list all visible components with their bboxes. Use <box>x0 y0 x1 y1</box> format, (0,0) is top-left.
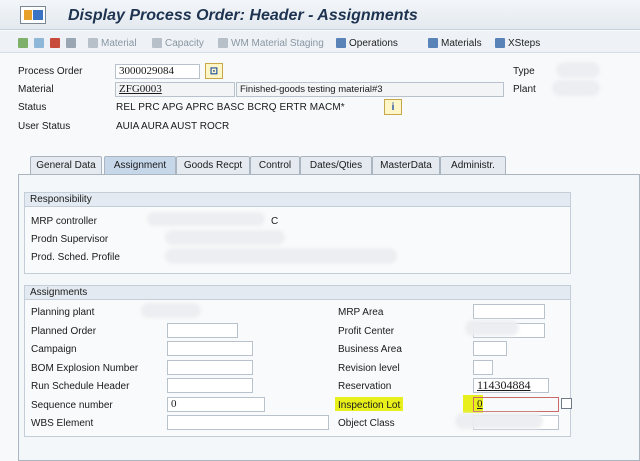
reservation-field[interactable]: 114304884 <box>473 378 549 393</box>
responsibility-group-title: Responsibility <box>25 193 570 207</box>
toolbar-material-button[interactable]: Material <box>88 36 137 50</box>
redacted-prod-sched-profile <box>165 248 397 264</box>
tab-control[interactable]: Control <box>250 156 300 174</box>
status-value: REL PRC APG APRC BASC BCRQ ERTR MACM* <box>116 102 345 113</box>
object-link-icon[interactable]: ⊡ <box>205 63 223 79</box>
redacted-planning-plant <box>141 303 201 318</box>
inspection-lot-label: Inspection Lot <box>338 400 401 411</box>
campaign-label: Campaign <box>31 344 77 355</box>
tab-goods-recpt[interactable]: Goods Recpt <box>176 156 250 174</box>
business-area-label: Business Area <box>338 344 402 355</box>
toolbar-xsteps-button[interactable]: XSteps <box>495 36 540 50</box>
planning-plant-label: Planning plant <box>31 307 95 318</box>
sequence-number-label: Sequence number <box>31 400 113 411</box>
status-label: Status <box>18 102 47 113</box>
assignments-group: Assignments Planning plant Planned Order… <box>24 285 572 437</box>
bom-explosion-field[interactable] <box>167 360 253 375</box>
sequence-number-field[interactable]: 0 <box>167 397 265 412</box>
process-order-field[interactable]: 3000029084 <box>115 64 200 79</box>
toolbar-forward-icon[interactable] <box>34 36 47 50</box>
revision-level-field[interactable] <box>473 360 493 375</box>
redacted-plant <box>552 80 600 96</box>
mrp-area-label: MRP Area <box>338 307 384 318</box>
responsibility-group: Responsibility MRP controller C Prodn Su… <box>24 192 571 274</box>
redacted-mrp-controller <box>147 212 265 226</box>
title-bar: Display Process Order: Header - Assignme… <box>0 0 640 30</box>
application-toolbar: Material Capacity WM Material Staging Op… <box>0 31 640 53</box>
bom-explosion-label: BOM Explosion Number <box>31 363 139 374</box>
user-status-value: AUIA AURA AUST ROCR <box>116 121 230 132</box>
material-label: Material <box>18 84 54 95</box>
app-menu-icon[interactable] <box>20 6 46 24</box>
toolbar-print-icon[interactable] <box>66 36 79 50</box>
type-label: Type <box>513 66 535 77</box>
material-field[interactable]: ZFG0003 <box>115 82 235 97</box>
wm-staging-icon <box>218 38 228 48</box>
inspection-lot-search-help-icon[interactable] <box>561 398 572 409</box>
redacted-prodn-supervisor <box>165 230 285 245</box>
plant-label: Plant <box>513 84 536 95</box>
campaign-field[interactable] <box>167 341 253 356</box>
tab-masterdata[interactable]: MasterData <box>372 156 440 174</box>
mrp-area-field[interactable] <box>473 304 545 319</box>
run-schedule-header-label: Run Schedule Header <box>31 381 130 392</box>
toolbar-save-icon[interactable] <box>50 36 63 50</box>
toolbar-operations-button[interactable]: Operations <box>336 36 398 50</box>
assignments-group-title: Assignments <box>25 286 570 300</box>
inspection-lot-field[interactable]: 0 <box>473 397 559 412</box>
tab-administr[interactable]: Administr. <box>440 156 506 174</box>
revision-level-label: Revision level <box>338 363 400 374</box>
page-title: Display Process Order: Header - Assignme… <box>68 7 418 24</box>
capacity-icon <box>152 38 162 48</box>
material-icon <box>88 38 98 48</box>
process-order-label: Process Order <box>18 66 83 77</box>
profit-center-label: Profit Center <box>338 326 395 337</box>
tab-general-data[interactable]: General Data <box>30 156 102 174</box>
prodn-supervisor-label: Prodn Supervisor <box>31 234 109 245</box>
redacted-object-class <box>455 413 543 429</box>
redacted-type <box>556 62 600 78</box>
status-info-icon[interactable]: i <box>384 99 402 115</box>
tab-panel-assignment: Responsibility MRP controller C Prodn Su… <box>18 174 640 461</box>
prod-sched-profile-label: Prod. Sched. Profile <box>31 252 120 263</box>
reservation-label: Reservation <box>338 381 392 392</box>
wbs-element-label: WBS Element <box>31 418 94 429</box>
xsteps-icon <box>495 38 505 48</box>
materials-icon <box>428 38 438 48</box>
planned-order-label: Planned Order <box>31 326 97 337</box>
material-description: Finished-goods testing material#3 <box>236 82 504 97</box>
toolbar-back-icon[interactable] <box>18 36 31 50</box>
redacted-profit-center <box>465 320 519 336</box>
mrp-controller-suffix: C <box>271 216 279 227</box>
object-class-label: Object Class <box>338 418 395 429</box>
tab-strip: General Data Assignment Goods Recpt Cont… <box>18 156 640 174</box>
user-status-label: User Status <box>18 121 71 132</box>
toolbar-capacity-button[interactable]: Capacity <box>152 36 204 50</box>
toolbar-wm-staging-button[interactable]: WM Material Staging <box>218 36 324 50</box>
wbs-element-field[interactable] <box>167 415 329 430</box>
operations-icon <box>336 38 346 48</box>
mrp-controller-label: MRP controller <box>31 216 97 227</box>
toolbar-materials-button[interactable]: Materials <box>428 36 482 50</box>
business-area-field[interactable] <box>473 341 507 356</box>
run-schedule-header-field[interactable] <box>167 378 253 393</box>
planned-order-field[interactable] <box>167 323 238 338</box>
tab-dates-qties[interactable]: Dates/Qties <box>300 156 372 174</box>
tab-assignment[interactable]: Assignment <box>104 156 176 174</box>
